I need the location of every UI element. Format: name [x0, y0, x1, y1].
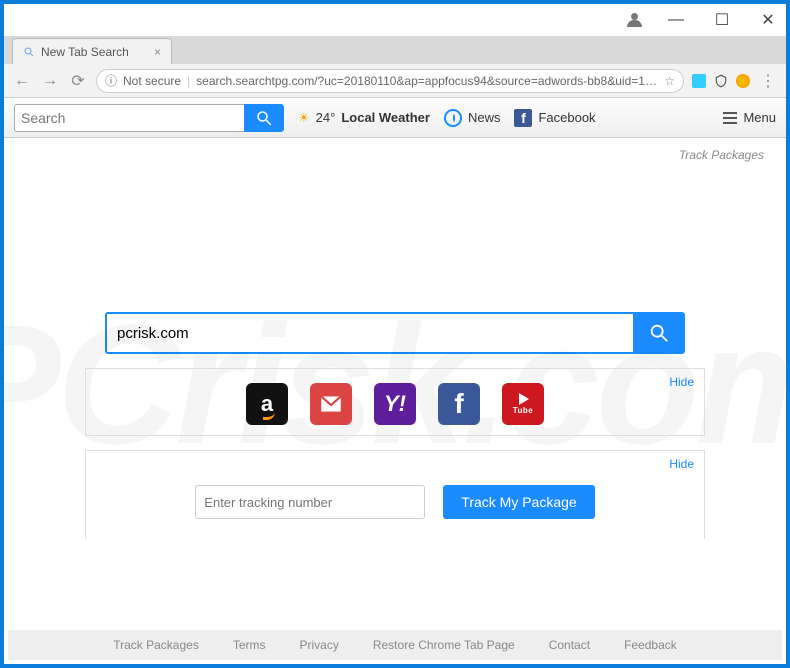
- minimize-button[interactable]: —: [662, 6, 690, 34]
- back-button[interactable]: ←: [12, 72, 32, 90]
- page-content: PCrisk.com Track Packages Hide a Y! f Tu…: [4, 138, 786, 664]
- hamburger-icon: [723, 112, 737, 124]
- close-window-button[interactable]: ✕: [754, 6, 782, 34]
- search-icon: [648, 322, 670, 344]
- footer-terms[interactable]: Terms: [233, 638, 266, 652]
- hide-tracking[interactable]: Hide: [669, 457, 694, 471]
- toolbar-search: [14, 104, 284, 132]
- toolbar-search-input[interactable]: [14, 104, 244, 132]
- tracking-number-input[interactable]: [195, 485, 425, 519]
- sun-icon: ☀: [298, 110, 310, 126]
- tab-strip: New Tab Search ×: [4, 36, 786, 64]
- gmail-tile[interactable]: [310, 383, 352, 425]
- tab-title: New Tab Search: [41, 45, 129, 59]
- quick-links-panel: Hide a Y! f Tube: [85, 368, 705, 436]
- extension-icon-2[interactable]: [736, 74, 750, 88]
- footer-feedback[interactable]: Feedback: [624, 638, 677, 652]
- news-link[interactable]: News: [444, 109, 501, 127]
- tracking-panel: Hide Track My Package: [85, 450, 705, 539]
- track-package-button[interactable]: Track My Package: [443, 485, 594, 519]
- amazon-tile[interactable]: a: [246, 383, 288, 425]
- footer-contact[interactable]: Contact: [549, 638, 590, 652]
- address-bar: ← → ⟳ ⓘ Not secure | search.searchtpg.co…: [4, 64, 786, 98]
- weather-label: Local Weather: [341, 110, 430, 125]
- main-search: [105, 312, 685, 354]
- play-icon: [519, 393, 529, 405]
- facebook-label: Facebook: [538, 110, 595, 125]
- facebook-icon: f: [514, 109, 532, 127]
- weather-temp: 24°: [316, 110, 336, 125]
- window-titlebar: — ☐ ✕: [4, 4, 786, 36]
- footer-track-packages[interactable]: Track Packages: [113, 638, 199, 652]
- extension-icons: [692, 74, 750, 88]
- search-icon: [23, 46, 35, 58]
- main-search-button[interactable]: [633, 312, 685, 354]
- weather-link[interactable]: ☀ 24° Local Weather: [298, 110, 430, 126]
- youtube-tile[interactable]: Tube: [502, 383, 544, 425]
- extension-icon-1[interactable]: [692, 74, 706, 88]
- url-text: search.searchtpg.com/?uc=20180110&ap=app…: [196, 74, 658, 88]
- browser-tab[interactable]: New Tab Search ×: [12, 38, 172, 64]
- omnibox[interactable]: ⓘ Not secure | search.searchtpg.com/?uc=…: [96, 69, 684, 93]
- forward-button[interactable]: →: [40, 72, 60, 90]
- bookmark-star-icon[interactable]: ☆: [664, 74, 675, 88]
- main-search-input[interactable]: [105, 312, 633, 354]
- facebook-tile[interactable]: f: [438, 383, 480, 425]
- track-packages-link[interactable]: Track Packages: [20, 144, 770, 162]
- security-status: Not secure: [123, 74, 181, 88]
- search-icon: [255, 109, 273, 127]
- browser-menu-button[interactable]: ⋮: [758, 71, 778, 91]
- news-label: News: [468, 110, 501, 125]
- facebook-link[interactable]: f Facebook: [514, 109, 595, 127]
- yahoo-tile[interactable]: Y!: [374, 383, 416, 425]
- toolbar-search-button[interactable]: [244, 104, 284, 132]
- page-footer: Track Packages Terms Privacy Restore Chr…: [8, 630, 782, 660]
- info-icon: ⓘ: [105, 72, 117, 89]
- mail-icon: [318, 391, 344, 417]
- footer-privacy[interactable]: Privacy: [300, 638, 339, 652]
- hide-quick-links[interactable]: Hide: [669, 375, 694, 389]
- menu-label: Menu: [743, 110, 776, 125]
- profile-icon[interactable]: [626, 13, 644, 27]
- reload-button[interactable]: ⟳: [68, 71, 88, 91]
- toolbar-menu-button[interactable]: Menu: [723, 110, 776, 125]
- footer-restore-tab[interactable]: Restore Chrome Tab Page: [373, 638, 515, 652]
- globe-icon: [444, 109, 462, 127]
- shield-icon[interactable]: [714, 74, 728, 88]
- page-toolbar: ☀ 24° Local Weather News f Facebook Menu: [4, 98, 786, 138]
- close-tab-icon[interactable]: ×: [154, 45, 161, 59]
- maximize-button[interactable]: ☐: [708, 6, 736, 34]
